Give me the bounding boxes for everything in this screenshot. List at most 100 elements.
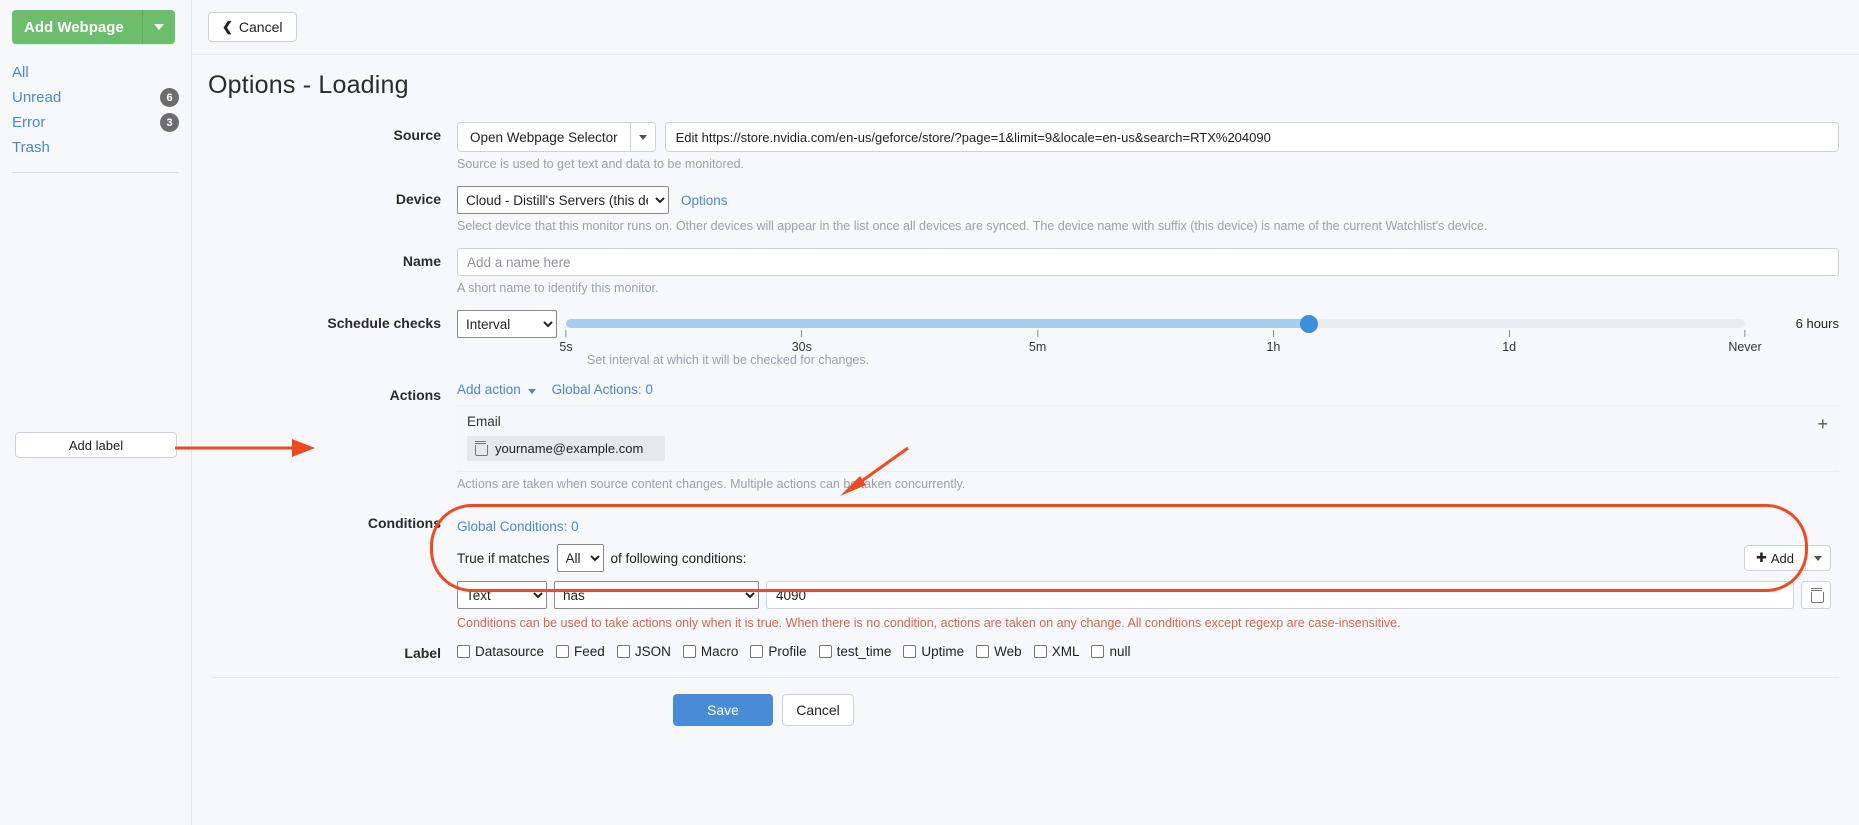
sidebar-item-all[interactable]: All bbox=[12, 60, 179, 85]
add-condition-label: Add bbox=[1771, 551, 1794, 566]
trash-icon[interactable] bbox=[475, 442, 486, 455]
slider-tick-mark bbox=[1509, 330, 1510, 337]
add-webpage-dropdown-toggle[interactable] bbox=[143, 10, 175, 44]
add-condition-dropdown-toggle[interactable] bbox=[1806, 546, 1830, 570]
device-select[interactable]: Cloud - Distill's Servers (this device) bbox=[457, 186, 669, 214]
cancel-button[interactable]: Cancel bbox=[782, 694, 854, 726]
slider-tick-label: 1h bbox=[1266, 340, 1280, 354]
add-condition-button[interactable]: ✚ Add bbox=[1745, 546, 1806, 570]
label-checkbox-text: Profile bbox=[768, 644, 806, 659]
schedule-value-label: 6 hours bbox=[1745, 310, 1839, 331]
checkbox-icon[interactable] bbox=[683, 645, 696, 658]
label-checkbox-text: Web bbox=[994, 644, 1022, 659]
label-checkbox-feed[interactable]: Feed bbox=[556, 644, 605, 659]
add-webpage-button[interactable]: Add Webpage bbox=[12, 10, 143, 44]
label-checkbox-text: XML bbox=[1052, 644, 1080, 659]
sidebar-item-label: All bbox=[12, 64, 29, 81]
footer-buttons: Save Cancel bbox=[192, 678, 1859, 726]
checkbox-icon[interactable] bbox=[750, 645, 763, 658]
label-checkbox-macro[interactable]: Macro bbox=[683, 644, 739, 659]
label-checkbox-text: Datasource bbox=[475, 644, 544, 659]
match-mode-select[interactable]: All bbox=[557, 544, 604, 572]
webpage-selector-group[interactable]: Open Webpage Selector bbox=[457, 122, 656, 152]
slider-track[interactable] bbox=[566, 319, 1745, 328]
checkbox-icon[interactable] bbox=[556, 645, 569, 658]
device-help-text: Select device that this monitor runs on.… bbox=[457, 219, 1839, 233]
conditions-match-row: True if matches All of following conditi… bbox=[457, 544, 1839, 572]
sidebar-item-label: Trash bbox=[12, 139, 50, 156]
label-checkbox-list: Datasource Feed JSON Macro Profile test_time U… bbox=[457, 640, 1839, 659]
label-checkbox-web[interactable]: Web bbox=[976, 644, 1022, 659]
label-checkbox-test_time[interactable]: test_time bbox=[819, 644, 892, 659]
label-checkbox-text: Feed bbox=[574, 644, 605, 659]
condition-type-select[interactable]: Text bbox=[457, 581, 547, 609]
plus-icon[interactable]: + bbox=[1817, 415, 1828, 433]
label-checkbox-text: null bbox=[1109, 644, 1130, 659]
slider-tick-label: Never bbox=[1728, 340, 1761, 354]
save-button[interactable]: Save bbox=[673, 694, 773, 726]
sidebar: Add Webpage All Unread 6 Error 3 Trash A… bbox=[0, 0, 192, 825]
label-checkbox-xml[interactable]: XML bbox=[1034, 644, 1080, 659]
form-row-conditions: Conditions Global Conditions: 0 True if … bbox=[192, 510, 1859, 638]
trash-icon bbox=[1811, 589, 1822, 602]
add-action-label: Add action bbox=[457, 382, 521, 397]
page-title: Options - Loading bbox=[192, 55, 1859, 100]
slider-tick-mark bbox=[1037, 330, 1038, 337]
device-options-link[interactable]: Options bbox=[681, 193, 728, 208]
interval-slider[interactable]: 5s30s5m1h1dNever bbox=[566, 310, 1745, 355]
slider-tick: 5m bbox=[1029, 330, 1046, 354]
open-webpage-selector-button[interactable]: Open Webpage Selector bbox=[458, 123, 630, 151]
name-input[interactable] bbox=[457, 248, 1839, 276]
source-url-field[interactable]: Edit https://store.nvidia.com/en-us/gefo… bbox=[665, 122, 1839, 152]
cancel-top-label: Cancel bbox=[239, 19, 283, 35]
sidebar-item-unread[interactable]: Unread 6 bbox=[12, 85, 179, 110]
schedule-help-text: Set interval at which it will be checked… bbox=[587, 353, 1839, 367]
action-email-chip[interactable]: yourname@example.com bbox=[467, 436, 665, 461]
action-email-panel: + Email yourname@example.com bbox=[457, 405, 1839, 472]
label-checkbox-uptime[interactable]: Uptime bbox=[903, 644, 964, 659]
label-checkbox-null[interactable]: null bbox=[1091, 644, 1130, 659]
label-checkbox-datasource[interactable]: Datasource bbox=[457, 644, 544, 659]
conditions-help-text: Conditions can be used to take actions o… bbox=[457, 616, 1839, 636]
form-row-source: Source Open Webpage Selector Edit https:… bbox=[192, 122, 1859, 186]
webpage-selector-dropdown-toggle[interactable] bbox=[630, 123, 655, 151]
checkbox-icon[interactable] bbox=[976, 645, 989, 658]
label-label: Label bbox=[192, 640, 457, 661]
label-checkbox-text: test_time bbox=[837, 644, 892, 659]
label-checkbox-json[interactable]: JSON bbox=[617, 644, 671, 659]
global-conditions-link[interactable]: Global Conditions: 0 bbox=[457, 519, 579, 534]
sidebar-item-trash[interactable]: Trash bbox=[12, 135, 179, 160]
slider-tick-labels: 5s30s5m1h1dNever bbox=[566, 330, 1745, 355]
checkbox-icon[interactable] bbox=[1091, 645, 1104, 658]
cancel-top-button[interactable]: ❮ Cancel bbox=[208, 12, 297, 42]
slider-tick: 1d bbox=[1502, 330, 1516, 354]
condition-value-input[interactable] bbox=[766, 581, 1794, 609]
slider-tick-label: 30s bbox=[792, 340, 812, 354]
add-label-button[interactable]: Add label bbox=[15, 432, 177, 458]
slider-tick-mark bbox=[565, 330, 566, 337]
name-help-text: A short name to identify this monitor. bbox=[457, 281, 1839, 295]
sidebar-item-error[interactable]: Error 3 bbox=[12, 110, 179, 135]
checkbox-icon[interactable] bbox=[903, 645, 916, 658]
checkbox-icon[interactable] bbox=[1034, 645, 1047, 658]
checkbox-icon[interactable] bbox=[617, 645, 630, 658]
source-label: Source bbox=[192, 122, 457, 143]
add-webpage-button-group[interactable]: Add Webpage bbox=[12, 10, 175, 44]
label-checkbox-profile[interactable]: Profile bbox=[750, 644, 806, 659]
checkbox-icon[interactable] bbox=[457, 645, 470, 658]
slider-tick: Never bbox=[1728, 330, 1761, 354]
label-checkbox-text: Macro bbox=[701, 644, 739, 659]
schedule-mode-select[interactable]: Interval bbox=[457, 310, 557, 338]
form-row-actions: Actions Add action Global Actions: 0 + E… bbox=[192, 382, 1859, 506]
actions-help-text: Actions are taken when source content ch… bbox=[457, 477, 1839, 491]
delete-condition-button[interactable] bbox=[1801, 581, 1831, 609]
actions-label: Actions bbox=[192, 382, 457, 403]
true-if-matches-label: True if matches bbox=[457, 551, 550, 566]
checkbox-icon[interactable] bbox=[819, 645, 832, 658]
global-actions-link[interactable]: Global Actions: 0 bbox=[552, 382, 653, 397]
condition-operator-select[interactable]: has bbox=[554, 581, 759, 609]
add-action-link[interactable]: Add action bbox=[457, 382, 536, 397]
form-row-schedule: Schedule checks Interval 5s30s5m1h1dNeve… bbox=[192, 310, 1859, 382]
following-conditions-label: of following conditions: bbox=[611, 551, 747, 566]
add-condition-button-group[interactable]: ✚ Add bbox=[1744, 545, 1831, 571]
